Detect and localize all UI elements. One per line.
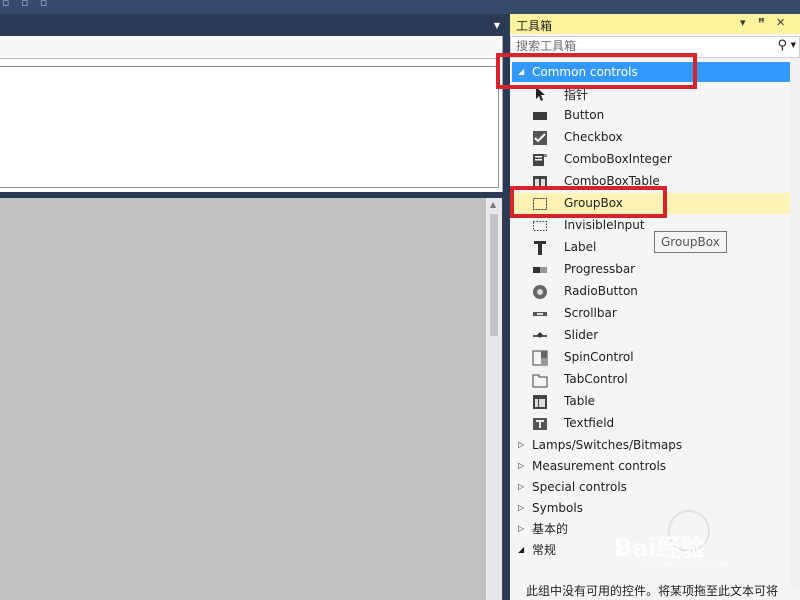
toolbox-scrollbar[interactable] [791, 58, 800, 588]
category-label: 常规 [532, 543, 557, 557]
tool-label: Progressbar [564, 262, 636, 276]
category-label: Special controls [532, 480, 627, 494]
progressbar-icon [533, 267, 547, 273]
tool-slider[interactable]: Slider [512, 325, 790, 346]
toolbox-panel: 工具箱 ▾ ꟸ ✕ ⚲ ▼ ◢ Common controls 指针 Butto… [510, 14, 800, 600]
tool-label: Label [564, 240, 597, 254]
highlight-box-groupbox [510, 186, 667, 218]
top-menu-strip: ▫ ▫ ▫ [0, 0, 800, 14]
tool-scrollbar[interactable]: Scrollbar [512, 303, 790, 324]
watermark-logo: Bai经验 [614, 534, 705, 562]
category-symbols[interactable]: ▷ Symbols [512, 498, 790, 518]
button-icon [533, 112, 547, 120]
tool-spincontrol[interactable]: SpinControl [512, 347, 790, 368]
document-header [0, 36, 500, 59]
tooltip: GroupBox [654, 231, 727, 253]
tool-button[interactable]: Button [512, 105, 790, 126]
tool-invisibleinput[interactable]: InvisibleInput [512, 215, 790, 236]
expanded-triangle-icon: ◢ [518, 545, 525, 554]
textfield-icon [533, 418, 547, 430]
tool-label: Slider [564, 328, 599, 342]
tool-tabcontrol[interactable]: TabControl [512, 369, 790, 390]
radio-icon [533, 285, 547, 299]
pin-icon[interactable]: ꟸ [758, 16, 765, 29]
tool-radiobutton[interactable]: RadioButton [512, 281, 790, 302]
tool-label-control[interactable]: Label [512, 237, 790, 258]
search-options-dropdown-icon[interactable]: ▼ [791, 41, 796, 49]
tab-dropdown-icon[interactable]: ▼ [494, 21, 500, 30]
category-label: Symbols [532, 501, 583, 515]
tool-label: InvisibleInput [564, 218, 645, 232]
spin-icon [532, 350, 548, 366]
tool-progressbar[interactable]: Progressbar [512, 259, 790, 280]
scrollbar-icon [533, 312, 547, 316]
collapsed-triangle-icon: ▷ [518, 524, 525, 533]
tool-label: Textfield [564, 416, 615, 430]
document-tab-bar: ▼ [0, 20, 508, 36]
toolbox-titlebar[interactable]: 工具箱 ▾ ꟸ ✕ [510, 14, 800, 34]
collapsed-triangle-icon: ▷ [518, 503, 525, 512]
tool-comboboxinteger[interactable]: ComboBoxInteger [512, 149, 790, 170]
label-icon [534, 241, 546, 255]
document-content[interactable] [0, 66, 499, 188]
collapsed-triangle-icon: ▷ [518, 482, 525, 491]
tool-label: Checkbox [564, 130, 623, 144]
category-measurement-controls[interactable]: ▷ Measurement controls [512, 456, 790, 476]
tool-label: SpinControl [564, 350, 634, 364]
canvas-vertical-scrollbar[interactable]: ▲ [486, 198, 502, 600]
combobox-icon [533, 154, 547, 166]
watermark-url: jingyan.baidu.com [640, 559, 733, 570]
tool-label: RadioButton [564, 284, 638, 298]
panel-splitter[interactable] [502, 198, 510, 600]
toolbox-title: 工具箱 [516, 19, 553, 33]
category-special-controls[interactable]: ▷ Special controls [512, 477, 790, 497]
toolbar-icons[interactable]: ▫ ▫ ▫ [2, 0, 51, 9]
category-label: Lamps/Switches/Bitmaps [532, 438, 683, 452]
design-canvas[interactable] [0, 198, 486, 600]
tool-label: ComboBoxInteger [564, 152, 672, 166]
table-icon [533, 395, 547, 409]
collapsed-triangle-icon: ▷ [518, 440, 525, 449]
tool-checkbox[interactable]: Checkbox [512, 127, 790, 148]
category-label: 基本的 [532, 522, 569, 536]
scroll-up-icon[interactable]: ▲ [490, 200, 496, 209]
empty-group-message: 此组中没有可用的控件。将某项拖至此文本可将 [526, 584, 779, 598]
checkbox-icon [533, 131, 547, 145]
invisible-input-icon [533, 221, 547, 231]
scrollbar-thumb[interactable] [490, 214, 498, 336]
search-icon[interactable]: ⚲ [777, 38, 787, 53]
collapsed-triangle-icon: ▷ [518, 461, 525, 470]
slider-icon [533, 332, 547, 338]
tool-label: Scrollbar [564, 306, 617, 320]
tool-label: Button [564, 108, 605, 122]
tool-label: TabControl [564, 372, 628, 386]
tab-icon [532, 374, 548, 388]
document-panel[interactable] [0, 36, 503, 192]
tool-label: Table [564, 394, 596, 408]
category-label: Measurement controls [532, 459, 667, 473]
close-icon[interactable]: ✕ [776, 16, 785, 29]
highlight-box-common-controls [496, 53, 697, 89]
category-lamps-switches-bitmaps[interactable]: ▷ Lamps/Switches/Bitmaps [512, 435, 790, 455]
window-position-dropdown-icon[interactable]: ▾ [740, 16, 746, 29]
tool-textfield[interactable]: Textfield [512, 413, 790, 434]
tool-table[interactable]: Table [512, 391, 790, 412]
